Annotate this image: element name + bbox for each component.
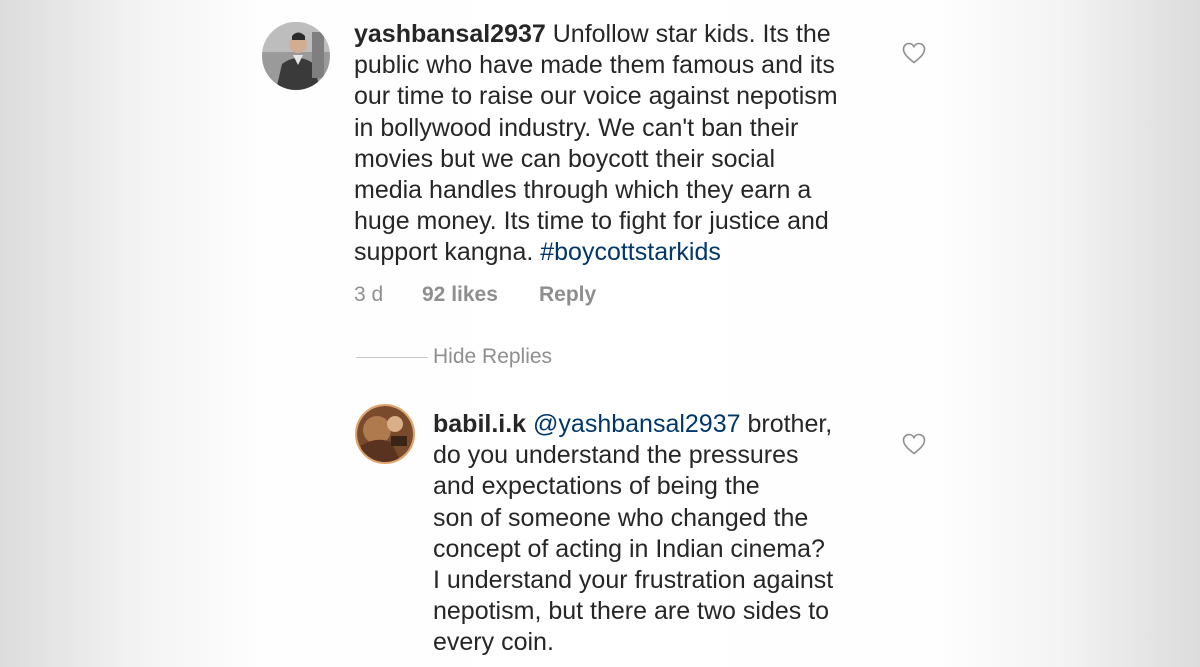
mention-link[interactable]: @yashbansal2937 [533,410,740,438]
comment-text-line: our time to raise our voice against nepo… [354,82,838,111]
replier-avatar[interactable] [355,404,415,464]
reply-text-line: do you understand the pressures [433,441,799,470]
reply-text-line: brother, [740,410,833,438]
hashtag-link[interactable]: #boycottstarkids [540,238,721,266]
comment-text-line: public who have made them famous and its [354,51,835,80]
commenter-avatar[interactable] [262,22,330,90]
comment-text-line: movies but we can boycott their social [354,144,776,173]
reply-text-line: every coin. [433,628,554,657]
reply-text-line: son of someone who changed the [433,503,809,532]
reply-button[interactable]: Reply [539,283,596,307]
replies-divider [356,357,428,358]
reply-text-line: nepotism, but there are two sides to [433,597,830,626]
heart-outline-icon[interactable] [902,433,926,455]
comment-text-line: Unfollow star kids. Its the [545,20,831,48]
reply-username[interactable]: babil.i.k [433,410,526,438]
hide-replies-label: Hide Replies [433,345,553,368]
reply-text-line: and expectations of being the [433,472,760,501]
comment-body: yashbansal2937 Unfollow star kids. Its t… [354,19,838,269]
comment-text-line: huge money. Its time to fight for justic… [354,207,829,236]
reply-body: babil.i.k @yashbansal2937 brother, do yo… [433,409,833,659]
comment-text-line: support kangna. [354,238,541,267]
reply-text-line: I understand your frustration against [433,566,834,595]
comment-meta: 3 d 92 likes Reply [354,283,654,309]
likes-count[interactable]: 92 likes [422,283,498,307]
comment-text-line: media handles through which they earn a [354,176,812,205]
comment-timestamp: 3 d [354,283,384,306]
comment-username[interactable]: yashbansal2937 [354,20,546,48]
comment-text-line: in bollywood industry. We can't ban thei… [354,113,799,142]
reply-text-line: concept of acting in Indian cinema? [433,534,825,563]
heart-outline-icon[interactable] [902,42,926,64]
